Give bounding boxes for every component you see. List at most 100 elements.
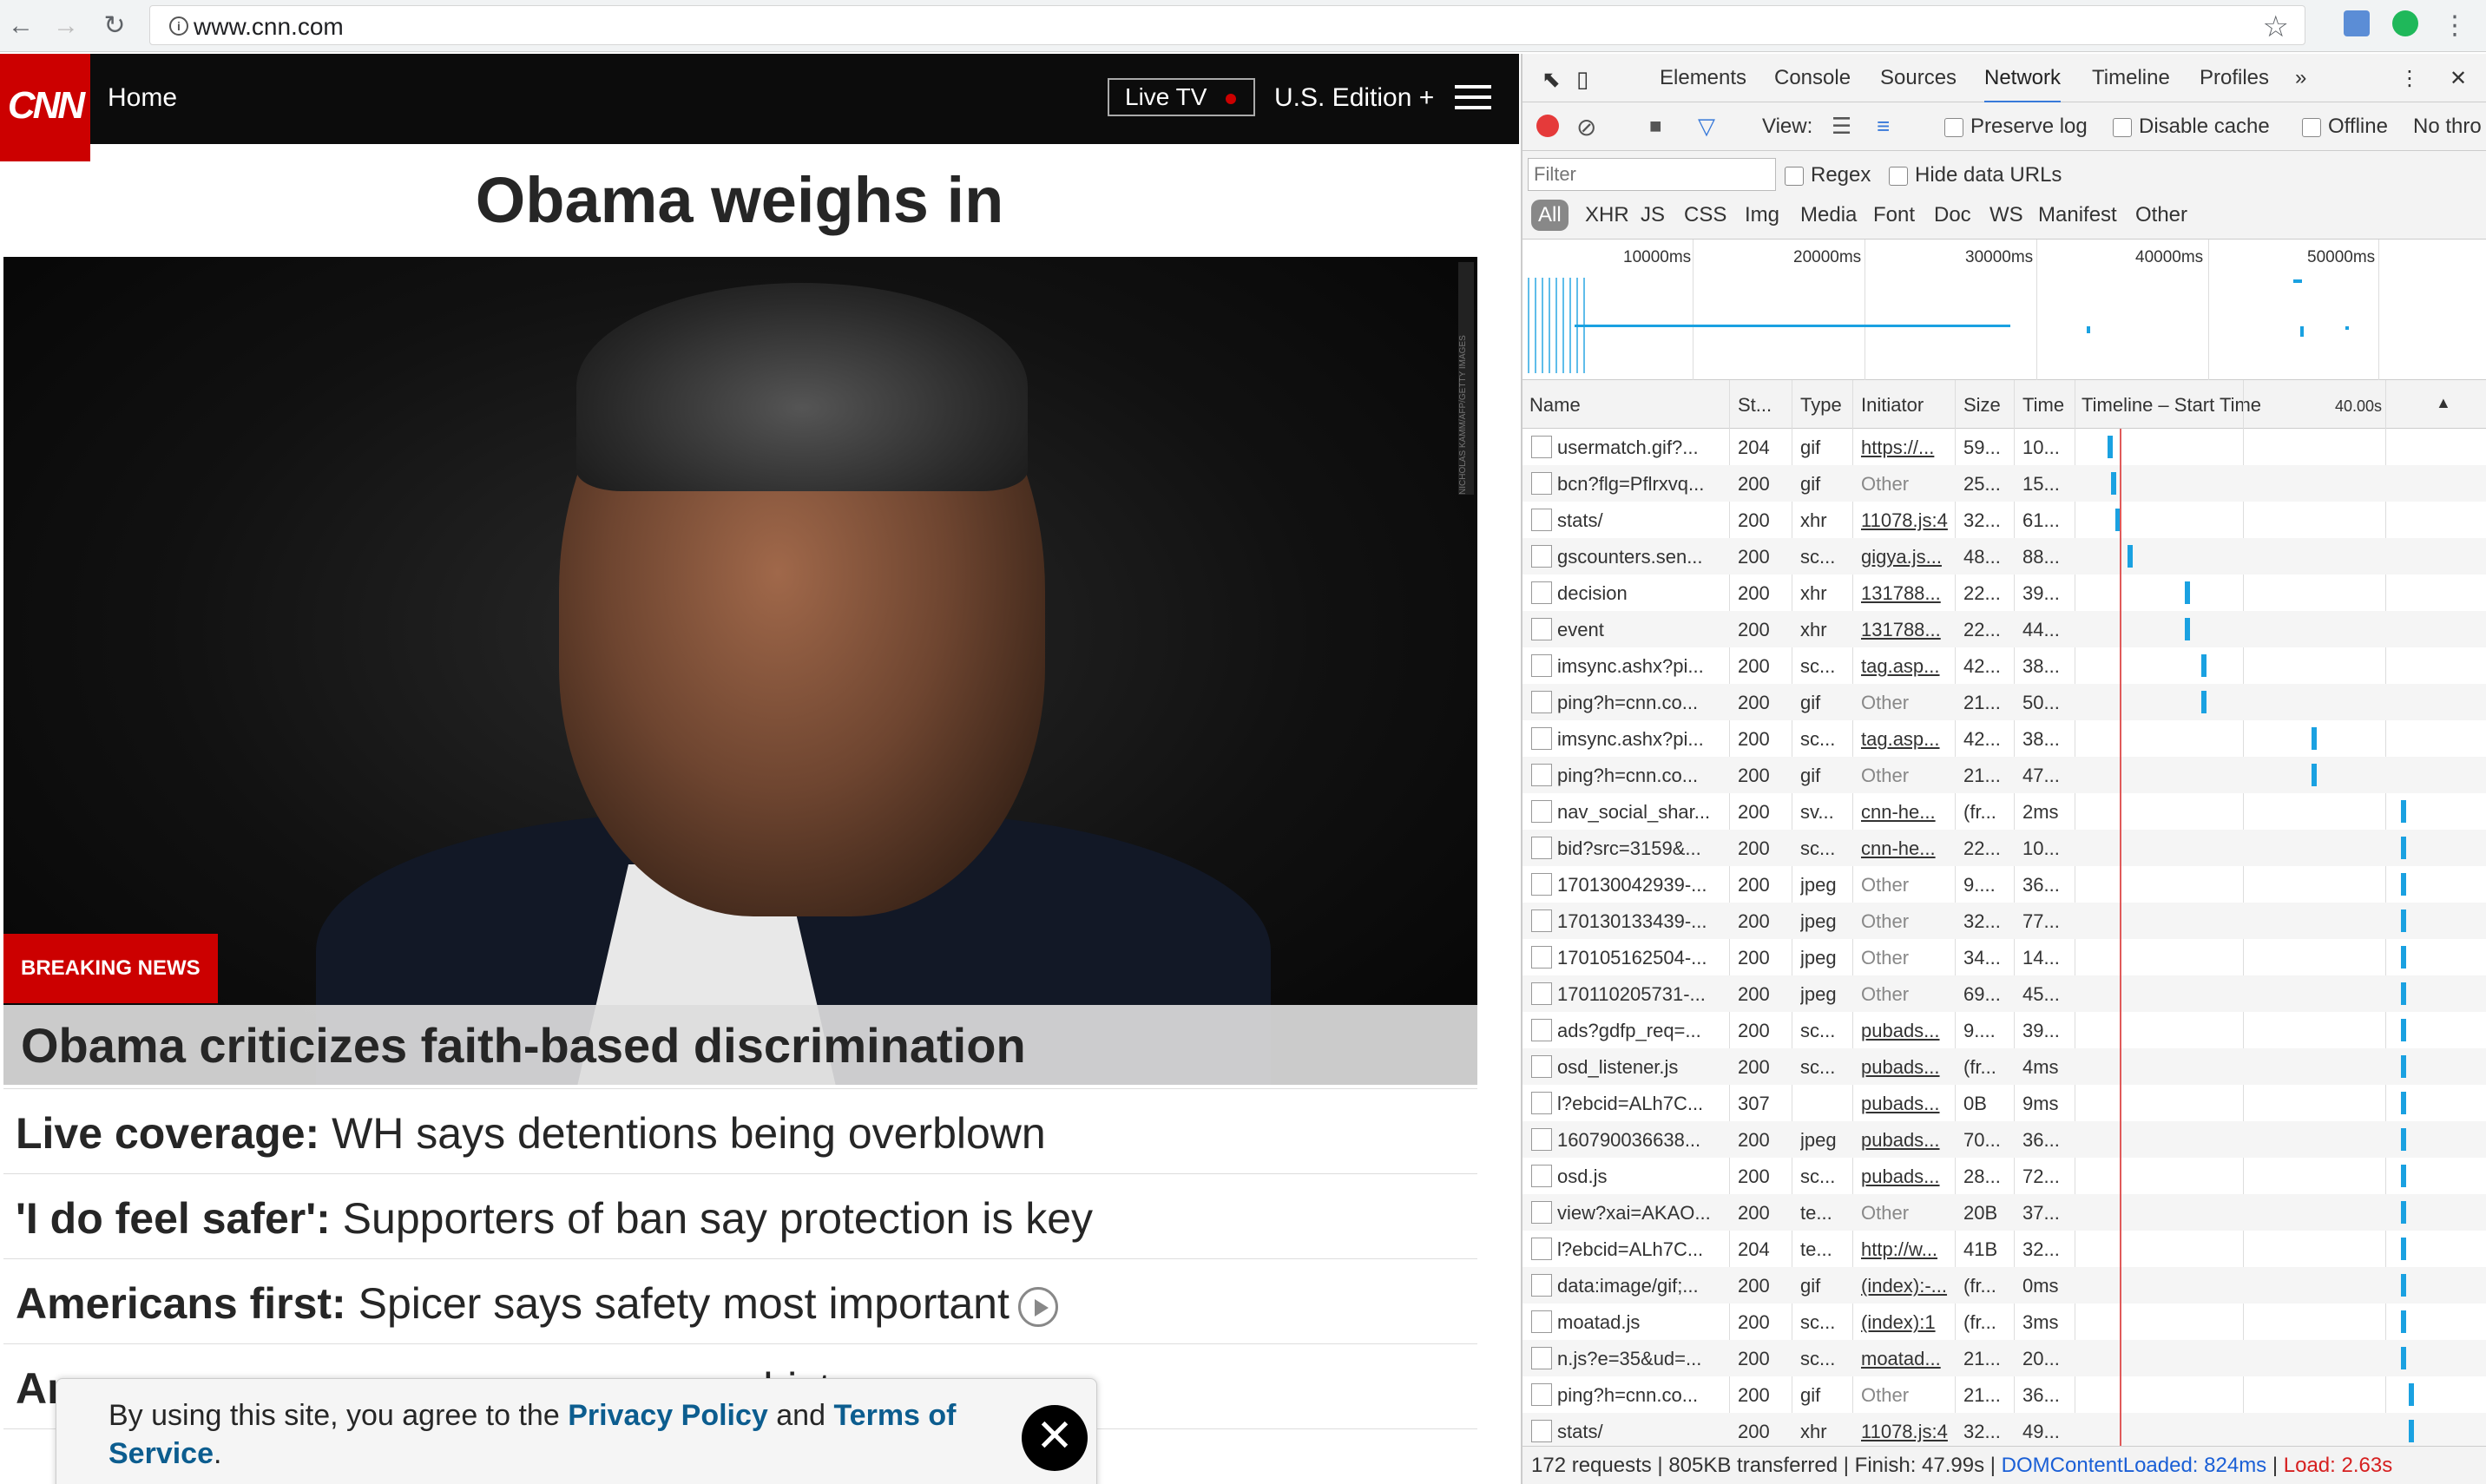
hero-caption[interactable]: Obama criticizes faith-based discriminat…	[3, 1005, 1477, 1085]
col-initiator[interactable]: Initiator	[1861, 394, 1924, 417]
privacy-policy-link[interactable]: Privacy Policy	[568, 1399, 768, 1432]
cell-initiator[interactable]: (index):-...	[1861, 1275, 1951, 1297]
edition-selector[interactable]: U.S. Edition +	[1274, 83, 1434, 113]
filter-doc[interactable]: Doc	[1934, 203, 1971, 227]
hero-image[interactable]	[3, 257, 1477, 1085]
waterfall-bar[interactable]	[2401, 837, 2406, 859]
cell-initiator[interactable]: pubads...	[1861, 1129, 1951, 1152]
tab-console[interactable]: Console	[1774, 66, 1851, 90]
cell-initiator[interactable]: pubads...	[1861, 1093, 1951, 1115]
reload-icon[interactable]: ↻	[97, 9, 132, 43]
cell-initiator[interactable]: 131788...	[1861, 582, 1951, 605]
waterfall-bar[interactable]	[2111, 472, 2117, 495]
waterfall-bar[interactable]	[2401, 1310, 2406, 1333]
extension-icon[interactable]	[2344, 10, 2370, 36]
table-row[interactable]: data:image/gif;... 200 gif (index):-... (fr.…	[1523, 1267, 2486, 1303]
cell-initiator[interactable]: 131788...	[1861, 619, 1951, 641]
table-row[interactable]: gscounters.sen... 200 sc... gigya.js... 48..…	[1523, 538, 2486, 575]
sort-arrow-icon[interactable]: ▲	[2436, 394, 2451, 412]
waterfall-bar[interactable]	[2401, 1274, 2406, 1297]
cell-initiator[interactable]: pubads...	[1861, 1056, 1951, 1079]
table-row[interactable]: l?ebcid=ALh7C... 204 te... http://w... 41B 32…	[1523, 1231, 2486, 1267]
story-item[interactable]: 'I do feel safer': Supporters of ban say…	[3, 1173, 1477, 1258]
waterfall-view-icon[interactable]: ≡	[1877, 113, 1890, 140]
filter-other[interactable]: Other	[2135, 203, 2187, 227]
col-timeline[interactable]: Timeline – Start Time	[2082, 394, 2261, 417]
table-row[interactable]: 170110205731-... 200 jpeg Other 69... 45...	[1523, 975, 2486, 1012]
waterfall-bar[interactable]	[2401, 800, 2406, 823]
table-row[interactable]: stats/200 xhr 11078.js:4 32... 49...	[1523, 1413, 2486, 1449]
devtools-menu-icon[interactable]: ⋮	[2399, 66, 2420, 91]
preserve-log-checkbox[interactable]: Preserve log	[1944, 115, 2088, 139]
waterfall-bar[interactable]	[2401, 909, 2406, 932]
clear-icon[interactable]: ⊘	[1576, 113, 1596, 141]
story-item[interactable]: Live coverage: WH says detentions being …	[3, 1088, 1477, 1173]
filter-icon[interactable]: ▽	[1698, 113, 1715, 140]
cell-initiator[interactable]: gigya.js...	[1861, 546, 1951, 568]
url-text[interactable]: www.cnn.com	[194, 13, 344, 41]
address-bar[interactable]: i www.cnn.com ☆	[149, 5, 2305, 45]
close-icon[interactable]: ✕	[1022, 1405, 1088, 1471]
table-row[interactable]: bcn?flg=Pflrxvq... 200 gif Other 25... 15...	[1523, 465, 2486, 502]
waterfall-bar[interactable]	[2401, 1165, 2406, 1187]
waterfall-bar[interactable]	[2401, 1128, 2406, 1151]
cell-initiator[interactable]: cnn-he...	[1861, 837, 1951, 860]
table-row[interactable]: view?xai=AKAO... 200 te... Other 20B 37...	[1523, 1194, 2486, 1231]
tab-timeline[interactable]: Timeline	[2092, 66, 2170, 90]
waterfall-bar[interactable]	[2128, 545, 2134, 568]
throttle-select[interactable]: No thro	[2413, 115, 2482, 139]
forward-icon[interactable]: →	[49, 9, 83, 43]
table-row[interactable]: event 200 xhr 131788... 22... 44...	[1523, 611, 2486, 647]
cell-initiator[interactable]: tag.asp...	[1861, 655, 1951, 678]
waterfall-bar[interactable]	[2200, 654, 2206, 677]
camera-icon[interactable]: ■	[1649, 115, 1662, 139]
tab-sources[interactable]: Sources	[1880, 66, 1957, 90]
table-row[interactable]: nav_social_shar... 200 sv... cnn-he... (fr..…	[1523, 793, 2486, 830]
table-row[interactable]: bid?src=3159&... 200 sc... cnn-he... 22... 10…	[1523, 830, 2486, 866]
tab-elements[interactable]: Elements	[1660, 66, 1746, 90]
waterfall-bar[interactable]	[2401, 1201, 2406, 1224]
waterfall-bar[interactable]	[2401, 1238, 2406, 1260]
table-row[interactable]: 170105162504-... 200 jpeg Other 34... 14...	[1523, 939, 2486, 975]
table-row[interactable]: stats/200 xhr 11078.js:4 32... 61...	[1523, 502, 2486, 538]
regex-checkbox[interactable]: Regex	[1785, 163, 1871, 187]
waterfall-bar[interactable]	[2401, 873, 2406, 896]
table-row[interactable]: l?ebcid=ALh7C... 307 pubads... 0B 9ms	[1523, 1085, 2486, 1121]
waterfall-bar[interactable]	[2184, 581, 2190, 604]
waterfall-bar[interactable]	[2311, 727, 2317, 750]
cell-initiator[interactable]: cnn-he...	[1861, 801, 1951, 824]
waterfall-bar[interactable]	[2200, 691, 2206, 713]
play-video-icon[interactable]	[1017, 1286, 1058, 1327]
table-row[interactable]: 160790036638... 200 jpeg pubads... 70... 36..…	[1523, 1121, 2486, 1158]
table-row[interactable]: imsync.ashx?pi... 200 sc... tag.asp... 42...…	[1523, 720, 2486, 757]
waterfall-bar[interactable]	[2401, 946, 2406, 969]
story-item[interactable]: Americans first: Spicer says safety most…	[3, 1258, 1477, 1343]
close-devtools-icon[interactable]: ✕	[2450, 66, 2467, 91]
hamburger-menu-icon[interactable]	[1455, 85, 1491, 111]
cell-initiator[interactable]: pubads...	[1861, 1020, 1951, 1042]
waterfall-bar[interactable]	[2409, 1420, 2415, 1442]
table-row[interactable]: decision 200 xhr 131788... 22... 39...	[1523, 575, 2486, 611]
cell-initiator[interactable]: (index):1	[1861, 1311, 1951, 1334]
table-row[interactable]: 170130042939-... 200 jpeg Other 9.... 36...	[1523, 866, 2486, 903]
waterfall-bar[interactable]	[2401, 1055, 2406, 1078]
hide-data-urls-checkbox[interactable]: Hide data URLs	[1889, 163, 2062, 187]
cnn-logo[interactable]: CNN	[0, 54, 90, 161]
filter-xhr[interactable]: XHR	[1585, 203, 1629, 227]
waterfall-bar[interactable]	[2401, 1347, 2406, 1369]
device-toggle-icon[interactable]: ▯	[1576, 66, 1588, 93]
waterfall-bar[interactable]	[2311, 764, 2317, 786]
info-icon[interactable]: i	[169, 16, 188, 36]
waterfall-bar[interactable]	[2107, 436, 2113, 458]
table-row[interactable]: imsync.ashx?pi... 200 sc... tag.asp... 42...…	[1523, 647, 2486, 684]
waterfall-bar[interactable]	[2401, 1092, 2406, 1114]
waterfall-bar[interactable]	[2401, 982, 2406, 1005]
table-row[interactable]: moatad.js 200 sc... (index):1 (fr... 3ms	[1523, 1303, 2486, 1340]
filter-font[interactable]: Font	[1873, 203, 1915, 227]
inspect-element-icon[interactable]: ⬉	[1542, 66, 1561, 93]
record-icon[interactable]	[1536, 115, 1559, 137]
tab-profiles[interactable]: Profiles	[2200, 66, 2269, 90]
filter-ws[interactable]: WS	[1989, 203, 2023, 227]
list-view-icon[interactable]: ☰	[1832, 113, 1851, 140]
col-size[interactable]: Size	[1963, 394, 2001, 417]
